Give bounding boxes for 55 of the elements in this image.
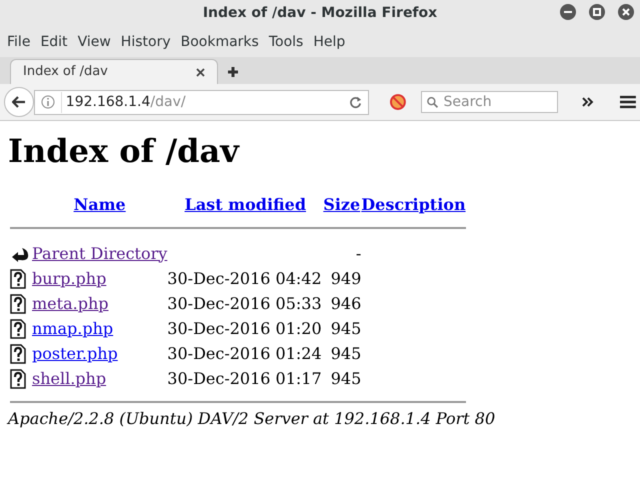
info-icon[interactable]	[40, 95, 55, 109]
search-icon	[427, 96, 438, 108]
menu-item[interactable]: Edit	[40, 32, 68, 52]
maximize-icon[interactable]	[589, 4, 605, 20]
column-header-link[interactable]: Last modified	[184, 195, 306, 214]
unknown-file-icon	[10, 294, 26, 314]
server-signature: Apache/2.2.8 (Ubuntu) DAV/2 Server at 192.168.1.4 Port 80	[8, 408, 496, 430]
file-size: 945	[330, 344, 362, 362]
menu-item[interactable]: Help	[313, 32, 346, 52]
menu-item[interactable]: File	[7, 32, 30, 52]
unknown-file-icon	[10, 318, 26, 338]
modified-date: 30-Dec-2016 04:42	[167, 268, 322, 288]
column-header-link[interactable]: Name	[74, 195, 126, 214]
menu-item[interactable]: View	[78, 32, 111, 52]
column-header-link[interactable]: Description	[361, 195, 466, 214]
menu-item[interactable]: Tools	[268, 32, 304, 52]
modified-date: 30-Dec-2016 01:17	[167, 368, 322, 388]
modified-date: 30-Dec-2016 01:20	[167, 318, 322, 338]
file-size: 945	[330, 318, 362, 338]
modified-date: 30-Dec-2016 05:33	[167, 294, 322, 312]
file-size: 949	[330, 268, 362, 288]
file-size: -	[356, 244, 362, 262]
unknown-file-icon	[10, 268, 26, 288]
file-link[interactable]: nmap.php	[32, 318, 114, 338]
search-input[interactable]: Search	[443, 92, 552, 112]
unknown-file-icon	[10, 368, 26, 388]
search-box[interactable]: Search	[421, 91, 558, 113]
file-link[interactable]: burp.php	[32, 268, 106, 288]
back-arrow-icon	[12, 96, 26, 108]
minimize-icon[interactable]	[560, 4, 576, 20]
file-link[interactable]: shell.php	[32, 368, 106, 388]
file-link[interactable]: meta.php	[32, 294, 108, 312]
reload-icon[interactable]	[349, 96, 362, 108]
column-header-link[interactable]: Size	[323, 195, 360, 214]
blocked-addon-icon[interactable]	[389, 93, 408, 111]
overflow-icon[interactable]	[582, 97, 594, 107]
url-host: 192.168.1.4	[66, 92, 150, 112]
menu-item[interactable]: History	[120, 32, 171, 52]
modified-date: 30-Dec-2016 01:24	[167, 344, 322, 362]
close-icon[interactable]	[618, 4, 634, 20]
browser-tab[interactable]: Index of /dav	[10, 59, 218, 84]
file-size: 945	[330, 368, 362, 388]
file-link[interactable]: Parent Directory	[32, 244, 168, 262]
new-tab-icon[interactable]	[228, 67, 238, 77]
file-link[interactable]: poster.php	[32, 344, 118, 362]
file-size: 946	[330, 294, 362, 312]
unknown-file-icon	[10, 344, 26, 364]
url-path: /dav/	[150, 92, 186, 112]
window-title: Index of /dav - Mozilla Firefox	[202, 4, 438, 23]
page-heading: Index of /dav	[8, 131, 241, 171]
menu-icon[interactable]	[620, 95, 636, 109]
menu-item[interactable]: Bookmarks	[180, 32, 259, 52]
back-button[interactable]	[4, 87, 34, 117]
address-bar[interactable]: 192.168.1.4/dav/	[34, 90, 370, 114]
close-tab-icon[interactable]	[196, 68, 205, 76]
